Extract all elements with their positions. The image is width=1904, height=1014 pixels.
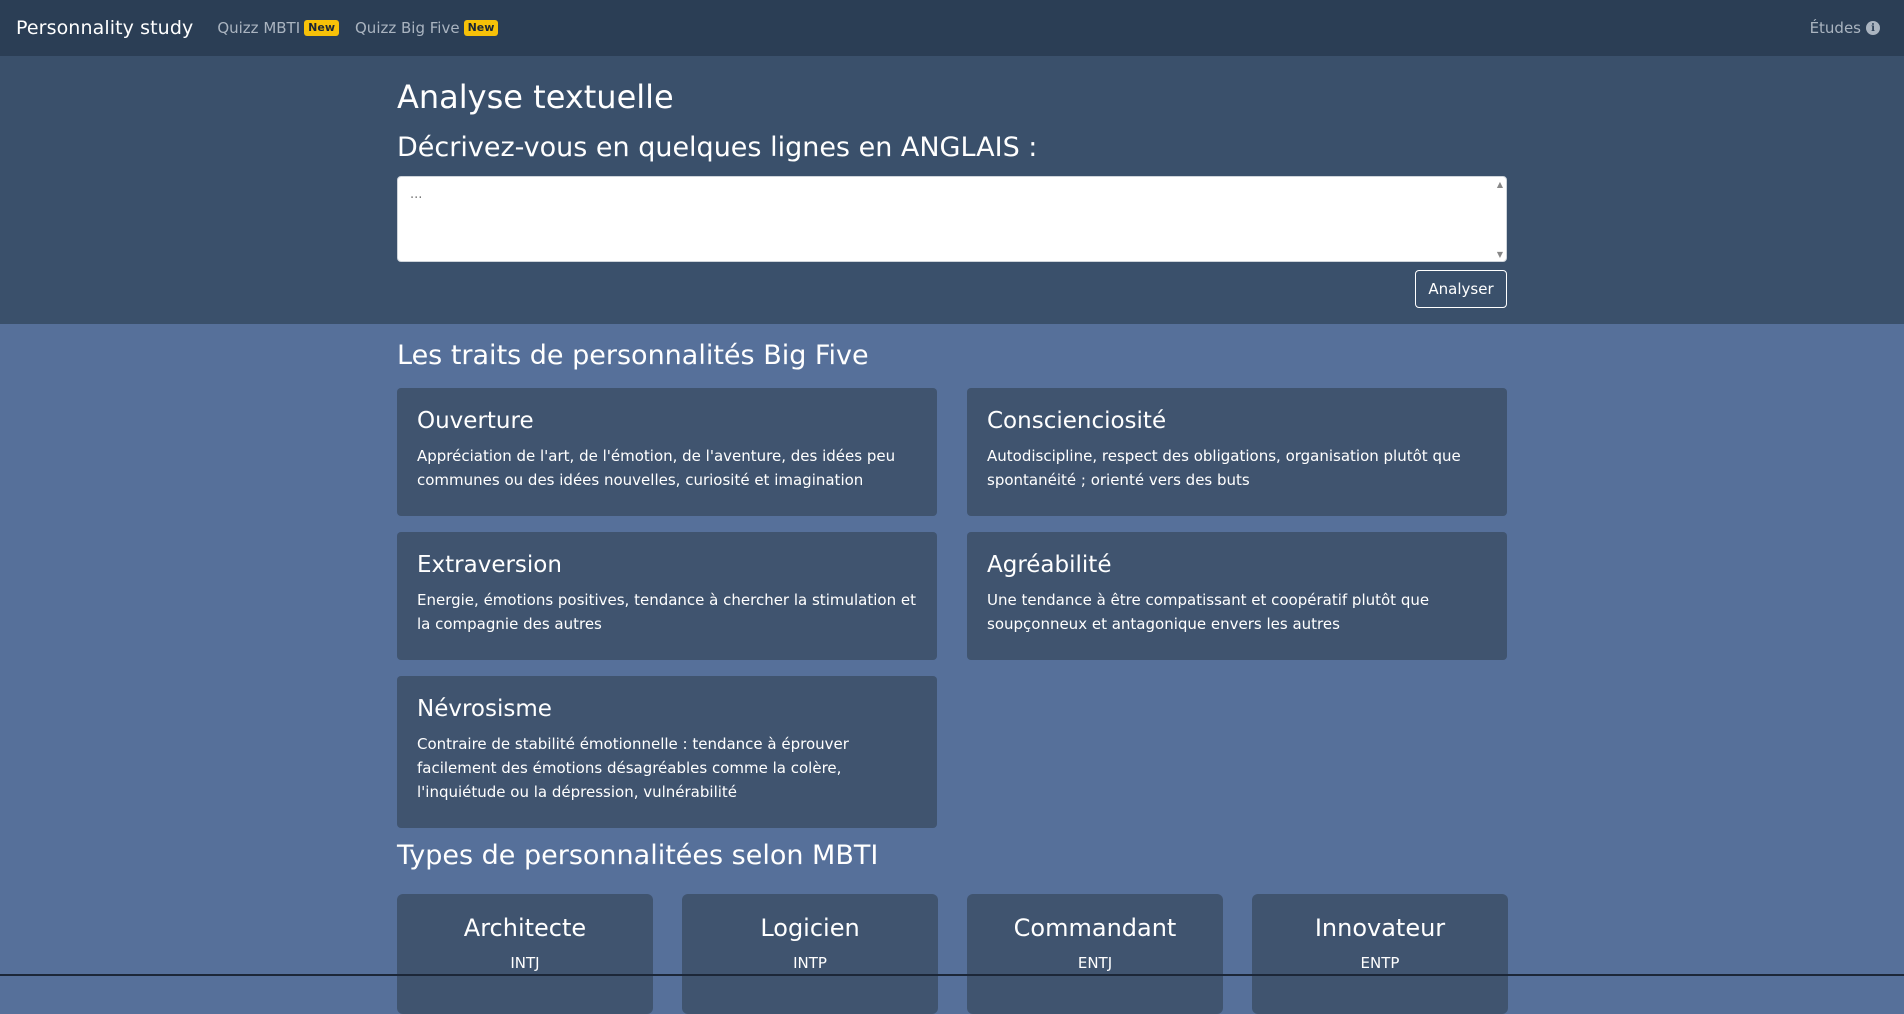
nav-link-quizz-big-five[interactable]: Quizz Big Five New <box>355 19 499 37</box>
mbti-type-name: Architecte <box>463 914 587 942</box>
trait-description: Appréciation de l'art, de l'émotion, de … <box>417 447 896 489</box>
mbti-type-code: ENTP <box>1360 954 1400 972</box>
navbar: Personnality study Quizz MBTI New Quizz … <box>0 0 1904 56</box>
analyse-button[interactable]: Analyser <box>1415 270 1507 308</box>
trait-description: Autodiscipline, respect des obligations,… <box>987 447 1461 489</box>
description-textarea[interactable] <box>397 176 1507 262</box>
nav-link-label: Études <box>1809 19 1861 37</box>
nav-link-quizz-mbti[interactable]: Quizz MBTI New <box>217 19 339 37</box>
page-title: Analyse textuelle <box>397 78 674 116</box>
new-badge: New <box>463 20 499 36</box>
bigfive-title: Les traits de personnalités Big Five <box>397 340 869 371</box>
mbti-type-code: ENTJ <box>1077 954 1113 972</box>
new-badge: New <box>304 20 339 36</box>
mbti-card[interactable]: Architecte INTJ <box>397 894 653 1014</box>
mbti-type-name: Logicien <box>760 914 860 942</box>
nav-link-etudes[interactable]: Études i <box>1810 0 1880 56</box>
prompt-heading: Décrivez-vous en quelques lignes en ANGL… <box>397 132 1038 163</box>
mbti-title: Types de personnalitées selon MBTI <box>397 840 879 871</box>
trait-name: Névrosisme <box>417 696 552 722</box>
bigfive-section: Les traits de personnalités Big Five Ouv… <box>397 324 1507 844</box>
info-icon: i <box>1866 21 1880 35</box>
trait-card: Conscienciosité Autodiscipline, respect … <box>967 388 1507 516</box>
mbti-card[interactable]: Logicien INTP <box>682 894 938 1014</box>
mbti-type-name: Innovateur <box>1314 914 1446 942</box>
scroll-down-arrow-icon[interactable]: ▼ <box>1497 250 1503 259</box>
hero-container: Analyse textuelle Décrivez-vous en quelq… <box>397 56 1507 324</box>
mbti-type-name: Commandant <box>1013 914 1177 942</box>
trait-description: Energie, émotions positives, tendance à … <box>417 591 916 633</box>
trait-card: Extraversion Energie, émotions positives… <box>397 532 937 660</box>
mbti-card[interactable]: Innovateur ENTP <box>1252 894 1508 1014</box>
nav-link-label: Quizz MBTI <box>217 19 301 37</box>
mbti-type-code: INTJ <box>510 954 540 972</box>
trait-card: Agréabilité Une tendance à être compatis… <box>967 532 1507 660</box>
mbti-card[interactable]: Commandant ENTJ <box>967 894 1223 1014</box>
trait-description: Une tendance à être compatissant et coop… <box>987 591 1430 633</box>
trait-description: Contraire de stabilité émotionnelle : te… <box>417 735 849 801</box>
analysis-section: Analyse textuelle Décrivez-vous en quelq… <box>0 56 1904 324</box>
mbti-type-code: INTP <box>793 954 827 972</box>
nav-link-label: Quizz Big Five <box>355 19 460 37</box>
trait-name: Ouverture <box>417 408 534 434</box>
trait-card: Névrosisme Contraire de stabilité émotio… <box>397 676 937 828</box>
mbti-section: Types de personnalitées selon MBTI Archi… <box>397 840 1508 1014</box>
scroll-up-arrow-icon[interactable]: ▲ <box>1497 180 1503 189</box>
trait-name: Conscienciosité <box>987 408 1167 434</box>
trait-card: Ouverture Appréciation de l'art, de l'ém… <box>397 388 937 516</box>
trait-name: Extraversion <box>417 552 562 578</box>
trait-name: Agréabilité <box>987 552 1112 578</box>
brand-link[interactable]: Personnality study <box>16 17 193 39</box>
